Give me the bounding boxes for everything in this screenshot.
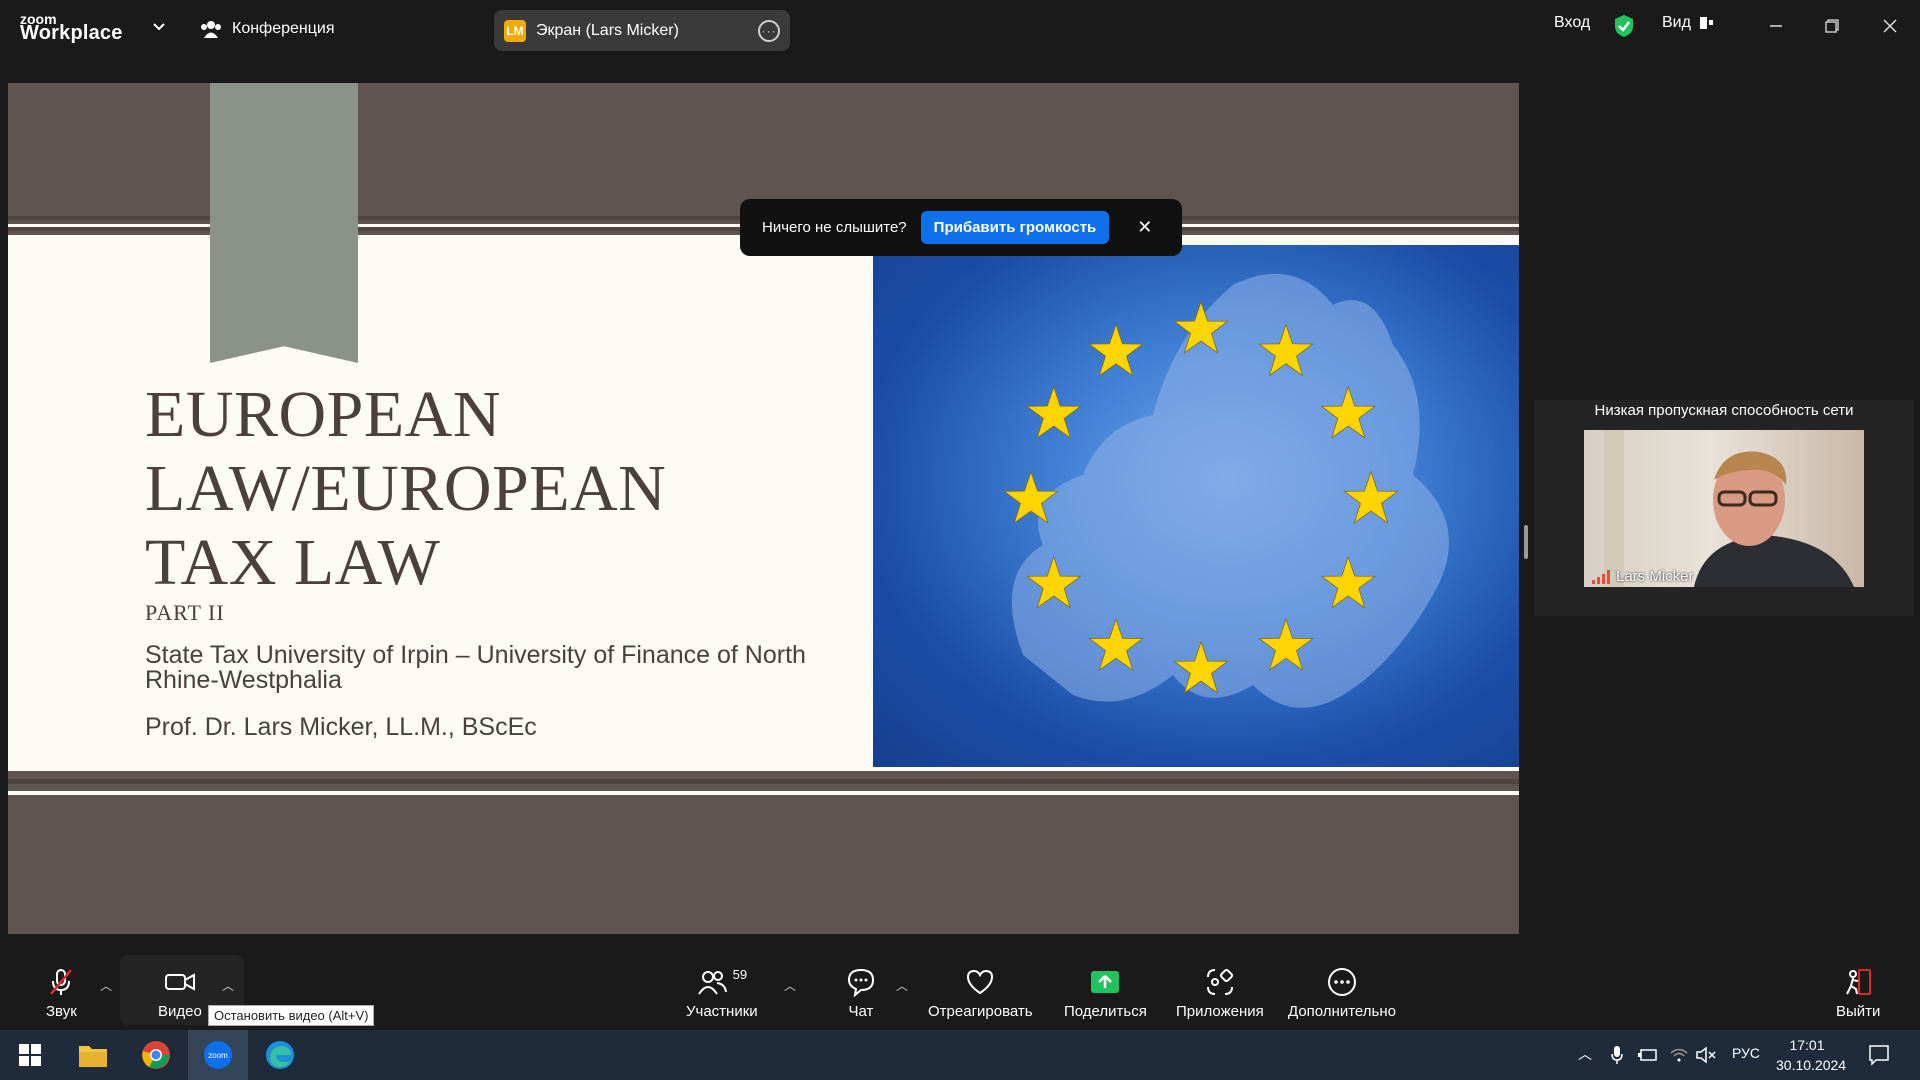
apps-icon [1206, 968, 1233, 995]
tray-clock[interactable]: 17:01 30.10.2024 [1776, 1035, 1847, 1075]
audio-options-caret-icon[interactable]: ︿ [100, 977, 112, 994]
slide-university: State Tax University of Irpin – Universi… [145, 641, 806, 694]
more-button[interactable]: Дополнительно [1288, 967, 1396, 1020]
participant-name-tag: Lars Micker [1592, 568, 1694, 585]
windows-taskbar: zoom ︿ РУС 17:01 30.10.2024 [0, 1030, 1920, 1080]
shield-check-icon[interactable] [1614, 14, 1634, 38]
leave-icon [1846, 969, 1872, 995]
more-options-icon[interactable]: ··· [758, 19, 780, 42]
video-options-caret-icon[interactable]: ︿ [222, 977, 234, 994]
tray-mic-icon[interactable] [1610, 1045, 1624, 1065]
edge-icon [266, 1041, 294, 1069]
tray-date: 30.10.2024 [1776, 1057, 1847, 1073]
eu-star-icon [1088, 323, 1144, 377]
svg-text:zoom: zoom [208, 1051, 228, 1060]
audio-notice-text: Ничего не слышите? [762, 219, 907, 236]
share-label: Поделиться [1064, 1003, 1147, 1020]
react-label: Отреагировать [928, 1003, 1033, 1020]
participant-silhouette [1604, 430, 1854, 587]
slide-ribbon [210, 83, 358, 363]
people-icon [201, 21, 221, 38]
react-button[interactable]: Отреагировать [928, 967, 1033, 1020]
chat-icon [847, 968, 875, 997]
video-label: Видео [158, 1003, 202, 1020]
taskbar-chrome[interactable] [136, 1035, 176, 1075]
view-button[interactable]: Вид [1662, 14, 1715, 32]
leave-label: Выйти [1836, 1003, 1881, 1020]
video-tooltip: Остановить видео (Alt+V) [208, 1005, 375, 1026]
chat-label: Чат [848, 1003, 874, 1020]
share-screen-icon [1091, 971, 1120, 993]
participants-button[interactable]: 59 Участники [686, 967, 758, 1020]
wifi-icon[interactable] [1670, 1046, 1688, 1064]
share-title: Экран (Lars Micker) [536, 21, 679, 39]
increase-volume-button[interactable]: Прибавить громкость [920, 211, 1110, 244]
slide-part: PART II [145, 600, 225, 625]
restore-button[interactable] [1816, 12, 1848, 40]
slide-stripe-bottom-gap [8, 791, 1519, 795]
restore-icon [1825, 19, 1839, 33]
windows-start-button[interactable] [10, 1035, 50, 1075]
participants-count: 59 [732, 967, 748, 982]
minimize-icon [1770, 25, 1782, 27]
meeting-info-button[interactable]: Конференция [200, 14, 335, 44]
zoom-brand-name: Workplace [20, 22, 123, 44]
signin-button[interactable]: Вход [1554, 14, 1590, 32]
chrome-icon [142, 1041, 170, 1069]
view-layout-icon [1699, 17, 1713, 29]
heart-icon [967, 969, 994, 995]
signal-strength-icon [1592, 569, 1610, 584]
close-icon [1883, 19, 1897, 33]
eu-star-icon [1025, 385, 1082, 439]
network-warning: Низкая пропускная способность сети [1594, 402, 1854, 419]
volume-muted-icon[interactable] [1696, 1046, 1716, 1064]
tray-expand-icon[interactable]: ︿ [1578, 1044, 1592, 1064]
participants-label: Участники [686, 1003, 758, 1020]
battery-icon[interactable] [1638, 1048, 1658, 1062]
participants-options-caret-icon[interactable]: ︿ [784, 977, 796, 994]
participant-name: Lars Micker [1616, 568, 1694, 585]
toast-close-icon[interactable]: ✕ [1137, 217, 1152, 238]
slide-stripe-bottom-1 [8, 779, 1519, 784]
chat-options-caret-icon[interactable]: ︿ [896, 977, 908, 994]
apps-button[interactable]: Приложения [1176, 967, 1264, 1020]
minimize-button[interactable] [1760, 12, 1792, 40]
audio-label: Звук [46, 1003, 77, 1020]
eu-stars-graphic [1003, 273, 1449, 708]
taskbar-file-explorer[interactable] [73, 1035, 113, 1075]
top-bar: zoom Workplace Конференция LM Экран (Lar… [0, 0, 1920, 56]
audio-button[interactable]: Звук [46, 967, 77, 1020]
audio-notice-toast: Ничего не слышите? Прибавить громкость ✕ [740, 199, 1182, 256]
tray-language[interactable]: РУС [1732, 1045, 1760, 1061]
participant-video[interactable]: Lars Micker [1584, 430, 1864, 587]
view-label: Вид [1662, 14, 1691, 31]
more-label: Дополнительно [1288, 1003, 1396, 1020]
mic-muted-icon [50, 969, 73, 995]
zoom-app-icon: zoom [204, 1041, 232, 1069]
presenter-avatar: LM [504, 19, 526, 42]
leave-button[interactable]: Выйти [1836, 967, 1880, 1020]
notification-center-icon[interactable] [1868, 1044, 1890, 1066]
more-dots-icon [1327, 968, 1356, 996]
panel-resize-handle[interactable] [1524, 525, 1528, 559]
chevron-down-icon[interactable] [150, 18, 168, 36]
participants-icon [697, 971, 727, 995]
close-button[interactable] [1874, 12, 1906, 40]
video-button[interactable]: Видео [158, 967, 202, 1020]
tray-time: 17:01 [1789, 1037, 1825, 1053]
meeting-label: Конференция [232, 20, 335, 37]
eu-map-image [873, 245, 1519, 767]
taskbar-zoom[interactable]: zoom [198, 1035, 238, 1075]
windows-logo-icon [19, 1044, 41, 1066]
slide-title: EUROPEAN LAW/EUROPEAN TAX LAW [145, 378, 667, 599]
share-button[interactable]: Поделиться [1064, 967, 1147, 1020]
signin-label: Вход [1554, 14, 1591, 31]
chat-button[interactable]: Чат [846, 967, 876, 1020]
apps-label: Приложения [1176, 1003, 1264, 1020]
taskbar-edge[interactable] [260, 1035, 300, 1075]
video-camera-icon [164, 973, 195, 991]
screen-share-indicator[interactable]: LM Экран (Lars Micker) ··· [494, 10, 790, 51]
folder-icon [79, 1046, 107, 1067]
slide-professor: Prof. Dr. Lars Micker, LL.M., BScEc [145, 713, 537, 741]
